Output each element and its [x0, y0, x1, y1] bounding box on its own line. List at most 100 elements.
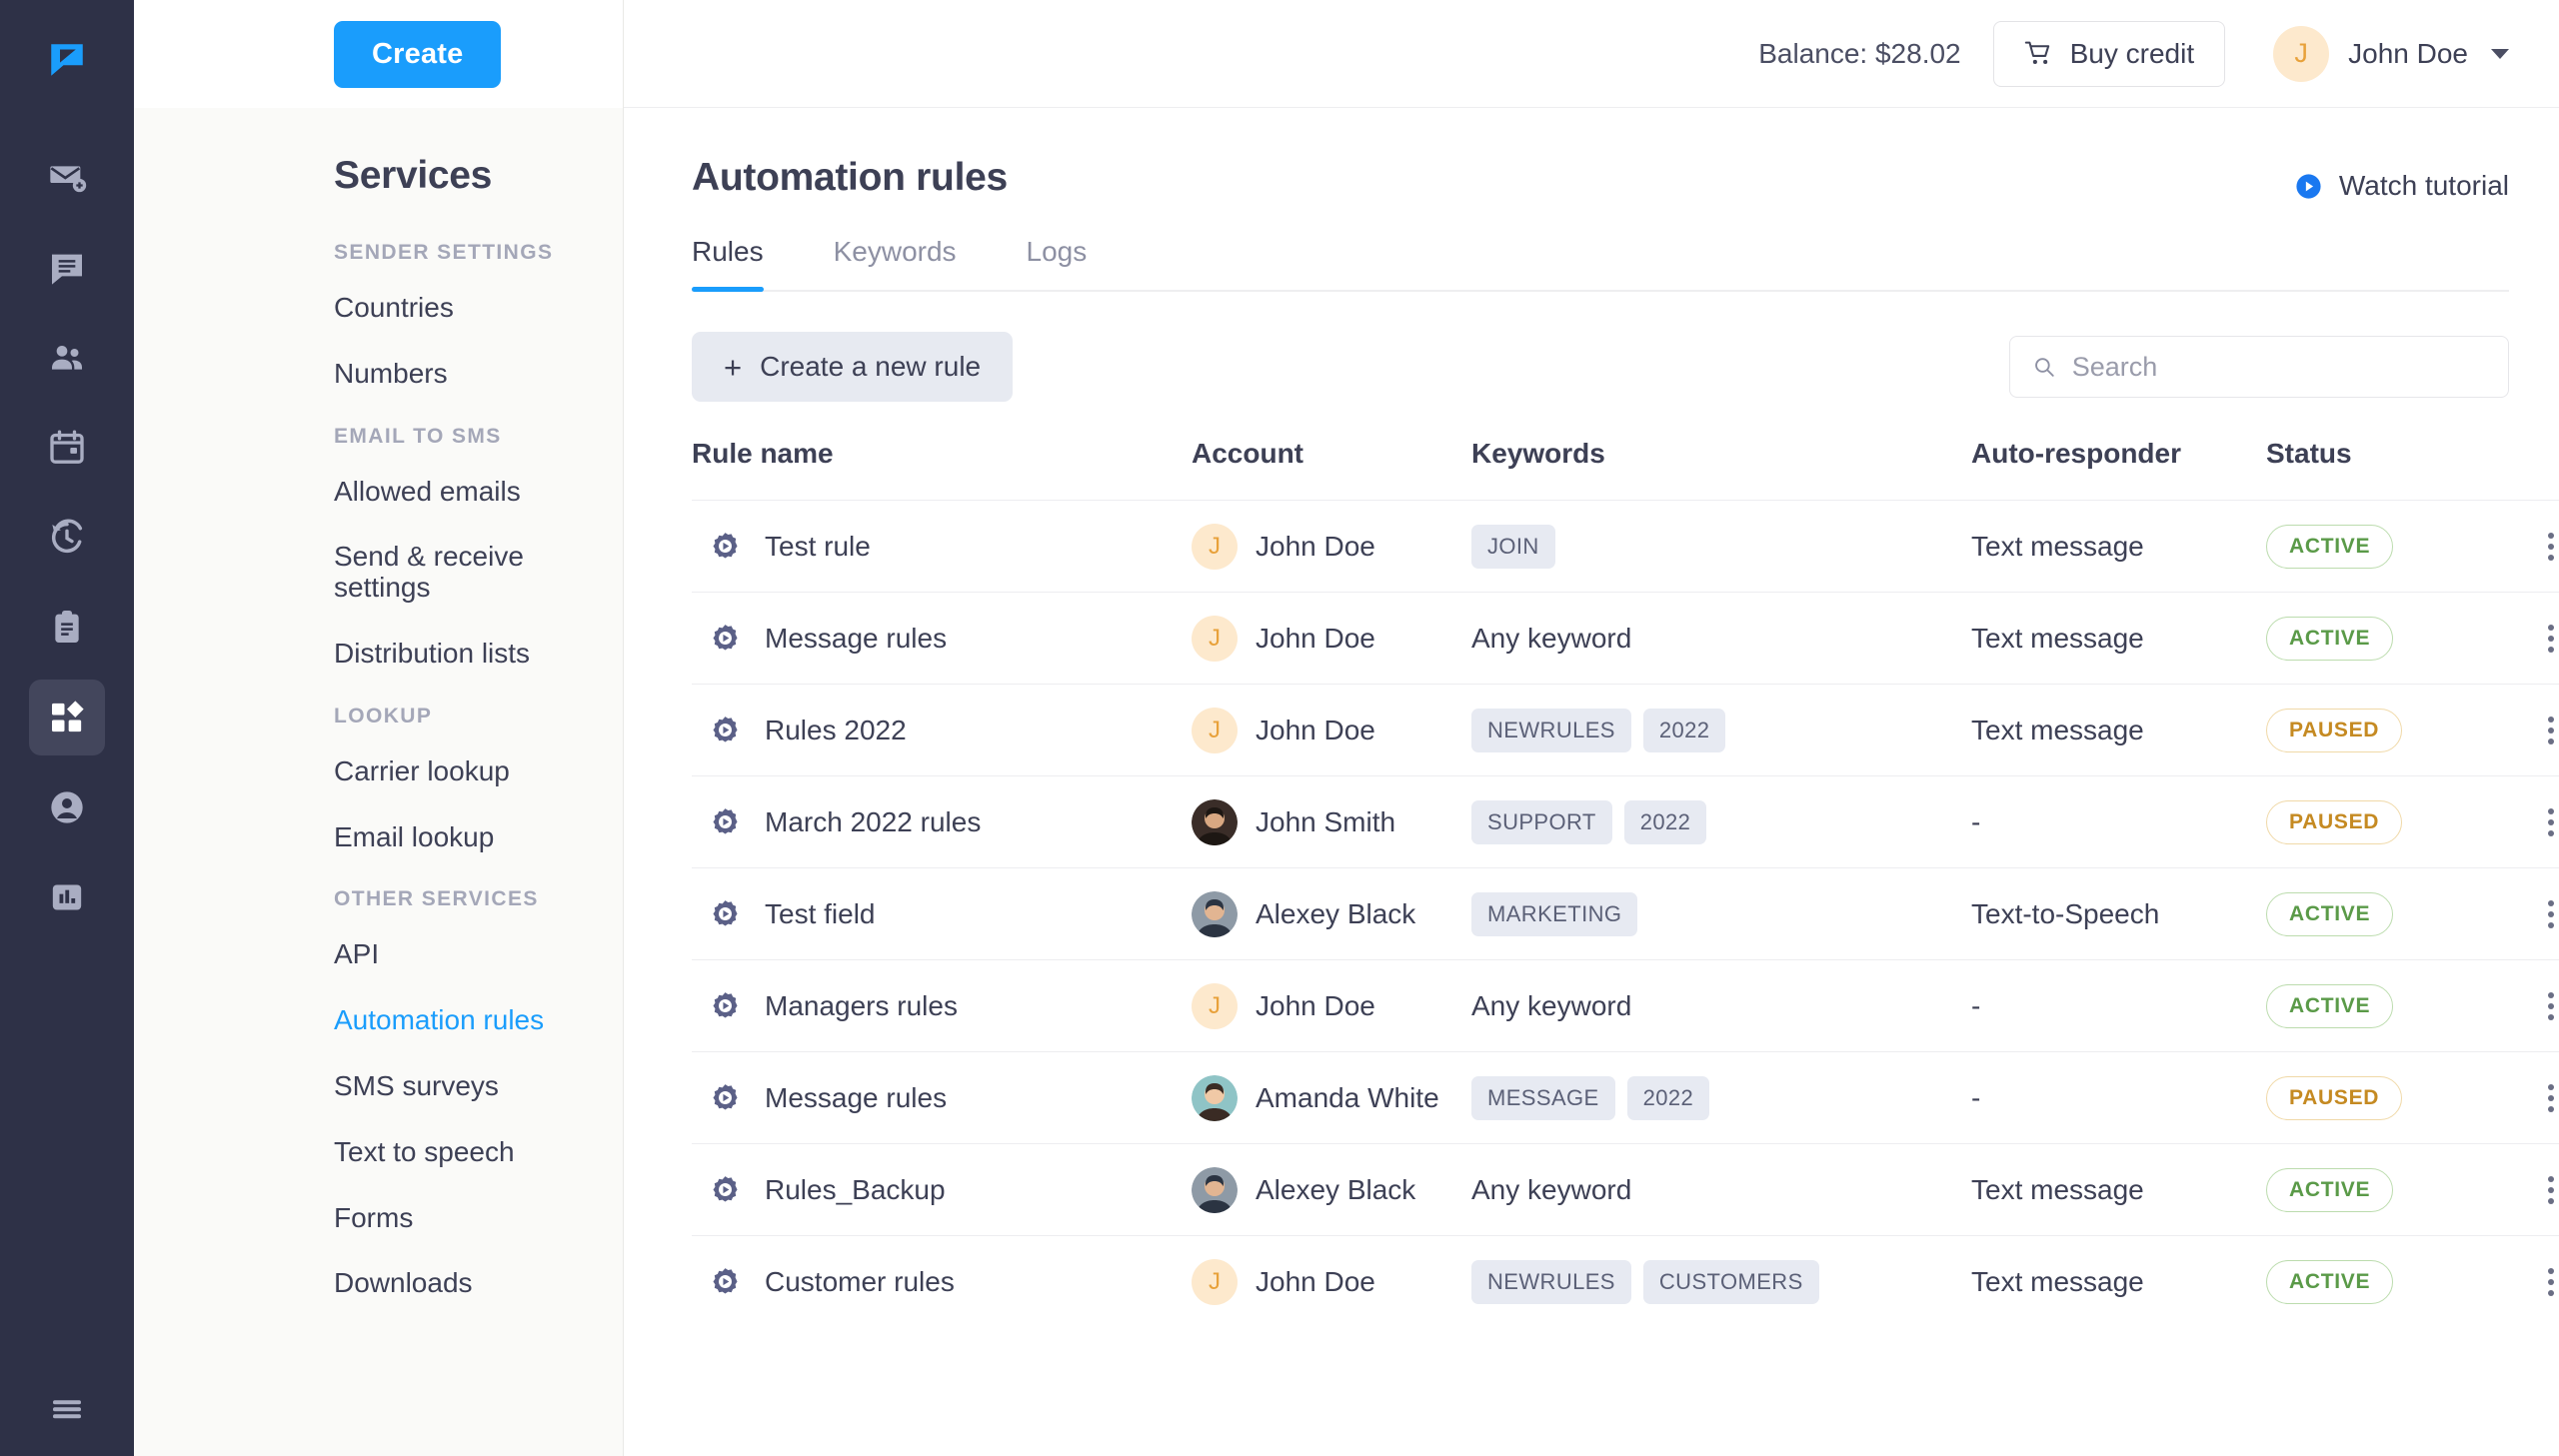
sidebar-item-countries[interactable]: Countries	[334, 292, 623, 324]
table-row[interactable]: Message rules Amanda White MESSAGE 2022- PAU…	[692, 1051, 2559, 1144]
create-a-new-rule-label: Create a new rule	[760, 351, 982, 382]
page-content: Automation rules Watch tutorial Rules Key…	[624, 108, 2559, 1456]
dot	[2548, 635, 2554, 642]
sidebar-item-automation-rules[interactable]: Automation rules	[334, 1004, 623, 1036]
sidebar-item-carrier-lookup[interactable]: Carrier lookup	[334, 755, 623, 787]
cell-keywords: JOIN	[1471, 500, 1971, 593]
create-button[interactable]: Create	[334, 20, 502, 88]
rail-item-contacts[interactable]	[29, 320, 105, 396]
shopping-cart-icon	[2024, 41, 2049, 65]
row-menu-icon[interactable]	[2506, 1175, 2559, 1204]
dot	[2548, 1105, 2554, 1112]
tab-rules[interactable]: Rules	[692, 236, 764, 292]
row-menu-icon[interactable]	[2506, 716, 2559, 744]
row-menu-icon[interactable]	[2506, 624, 2559, 653]
sidebar-item-numbers[interactable]: Numbers	[334, 358, 623, 390]
avatar-photo-icon	[1192, 1166, 1238, 1213]
rule-name: Managers rules	[710, 990, 1192, 1022]
sidebar-item-sms-surveys[interactable]: SMS surveys	[334, 1070, 623, 1102]
sidebar-item-downloads[interactable]: Downloads	[334, 1268, 623, 1299]
chat-logo-icon[interactable]	[29, 22, 105, 98]
create-a-new-rule-button[interactable]: + Create a new rule	[692, 332, 1014, 402]
rule-name: Rules 2022	[710, 715, 1192, 746]
rules-table: Rule name Account Keywords Auto-responder St…	[692, 438, 2559, 1328]
keyword-chips: NEWRULES 2022	[1471, 708, 1971, 752]
sidebar-item-email-lookup[interactable]: Email lookup	[334, 821, 623, 853]
rail-item-account[interactable]	[29, 769, 105, 845]
cell-account: J John Doe	[1192, 684, 1471, 776]
tab-logs[interactable]: Logs	[1027, 236, 1088, 290]
table-row[interactable]: Managers rules J John Doe Any keyword - ACTIV…	[692, 959, 2559, 1052]
sidebar-item-api[interactable]: API	[334, 939, 623, 970]
cell-actions	[2506, 500, 2559, 593]
sidebar-item-forms[interactable]: Forms	[334, 1202, 623, 1234]
apps-grid-icon	[52, 701, 84, 732]
cell-actions	[2506, 775, 2559, 868]
sidebar-item-send-receive-settings[interactable]: Send & receive settings	[334, 542, 623, 604]
row-menu-icon[interactable]	[2506, 1083, 2559, 1112]
rail-item-calendar[interactable]	[29, 410, 105, 486]
watch-tutorial-link[interactable]: Watch tutorial	[2294, 156, 2509, 202]
rail-item-messages[interactable]	[29, 230, 105, 306]
rail-item-compose[interactable]	[29, 140, 105, 216]
table-header: Rule name Account Keywords Auto-responder St…	[692, 438, 2559, 501]
table-row[interactable]: Message rules J John Doe Any keyword Text me…	[692, 592, 2559, 685]
status-badge: ACTIVE	[2266, 616, 2394, 661]
cell-status: ACTIVE	[2266, 592, 2506, 685]
sidebar-item-text-to-speech[interactable]: Text to speech	[334, 1136, 623, 1168]
cell-account: John Smith	[1192, 775, 1471, 868]
rule-name: March 2022 rules	[710, 806, 1192, 838]
avatar: J	[1192, 707, 1238, 753]
table-row[interactable]: Test rule J John Doe JOIN Text message ACTIVE	[692, 500, 2559, 593]
dot	[2548, 921, 2554, 928]
table-row[interactable]: Customer rules J John Doe NEWRULES CUSTOMERS…	[692, 1235, 2559, 1328]
user-menu[interactable]: J John Doe	[2273, 25, 2509, 82]
hamburger-icon	[53, 1400, 81, 1419]
account-name: John Doe	[1256, 1265, 1375, 1297]
rule-name-label: March 2022 rules	[765, 805, 982, 837]
keyword-chips: MARKETING	[1471, 891, 1971, 936]
rail-item-templates[interactable]	[29, 590, 105, 666]
row-menu-icon[interactable]	[2506, 532, 2559, 561]
row-menu-icon[interactable]	[2506, 991, 2559, 1020]
row-menu-icon[interactable]	[2506, 899, 2559, 928]
dot	[2548, 1197, 2554, 1204]
table-row[interactable]: Test field Alexey Black MARKETING Text-to-S…	[692, 867, 2559, 960]
cell-auto-responder: Text message	[1971, 1235, 2266, 1328]
cell-rule-name: Test rule	[692, 500, 1192, 593]
cell-status: ACTIVE	[2266, 1143, 2506, 1236]
rail-item-services[interactable]	[29, 680, 105, 755]
column-header: Status	[2266, 438, 2352, 469]
rail-item-statistics[interactable]	[29, 859, 105, 935]
sidebar-group-label: EMAIL TO SMS	[334, 424, 502, 448]
table-row[interactable]: Rules 2022 J John Doe NEWRULES 2022 Text mess…	[692, 684, 2559, 776]
cell-actions	[2506, 1235, 2559, 1328]
cell-keywords: Any keyword	[1471, 959, 1971, 1052]
cell-rule-name: Message rules	[692, 592, 1192, 685]
rule-name: Rules_Backup	[710, 1174, 1192, 1206]
row-menu-icon[interactable]	[2506, 1267, 2559, 1296]
cell-status: ACTIVE	[2266, 500, 2506, 593]
account-name: John Doe	[1256, 622, 1375, 654]
keyword-chip: NEWRULES	[1471, 1259, 1631, 1304]
status-badge: PAUSED	[2266, 708, 2403, 752]
history-icon	[51, 519, 83, 554]
table-row[interactable]: Rules_Backup Alexey Black Any keyword Text …	[692, 1143, 2559, 1236]
table-row[interactable]: March 2022 rules John Smith SUPPORT 2022- PA…	[692, 775, 2559, 868]
search-box[interactable]	[2009, 336, 2509, 398]
search-input[interactable]	[2071, 351, 2486, 383]
sidebar-item-allowed-emails[interactable]: Allowed emails	[334, 476, 623, 508]
collapse-menu-button[interactable]	[0, 1388, 134, 1430]
account: Amanda White	[1192, 1074, 1471, 1121]
sidebar-item-distribution-lists[interactable]: Distribution lists	[334, 638, 623, 670]
buy-credit-button[interactable]: Buy credit	[1992, 20, 2226, 87]
keyword-chip: NEWRULES	[1471, 708, 1631, 752]
auto-responder-value: -	[1971, 989, 1981, 1021]
rail-item-history[interactable]	[29, 500, 105, 576]
cell-actions	[2506, 1051, 2559, 1144]
row-menu-icon[interactable]	[2506, 807, 2559, 836]
cell-actions	[2506, 959, 2559, 1052]
dot	[2548, 818, 2554, 825]
rule-name-label: Rules 2022	[765, 714, 907, 745]
tab-keywords[interactable]: Keywords	[834, 236, 957, 290]
